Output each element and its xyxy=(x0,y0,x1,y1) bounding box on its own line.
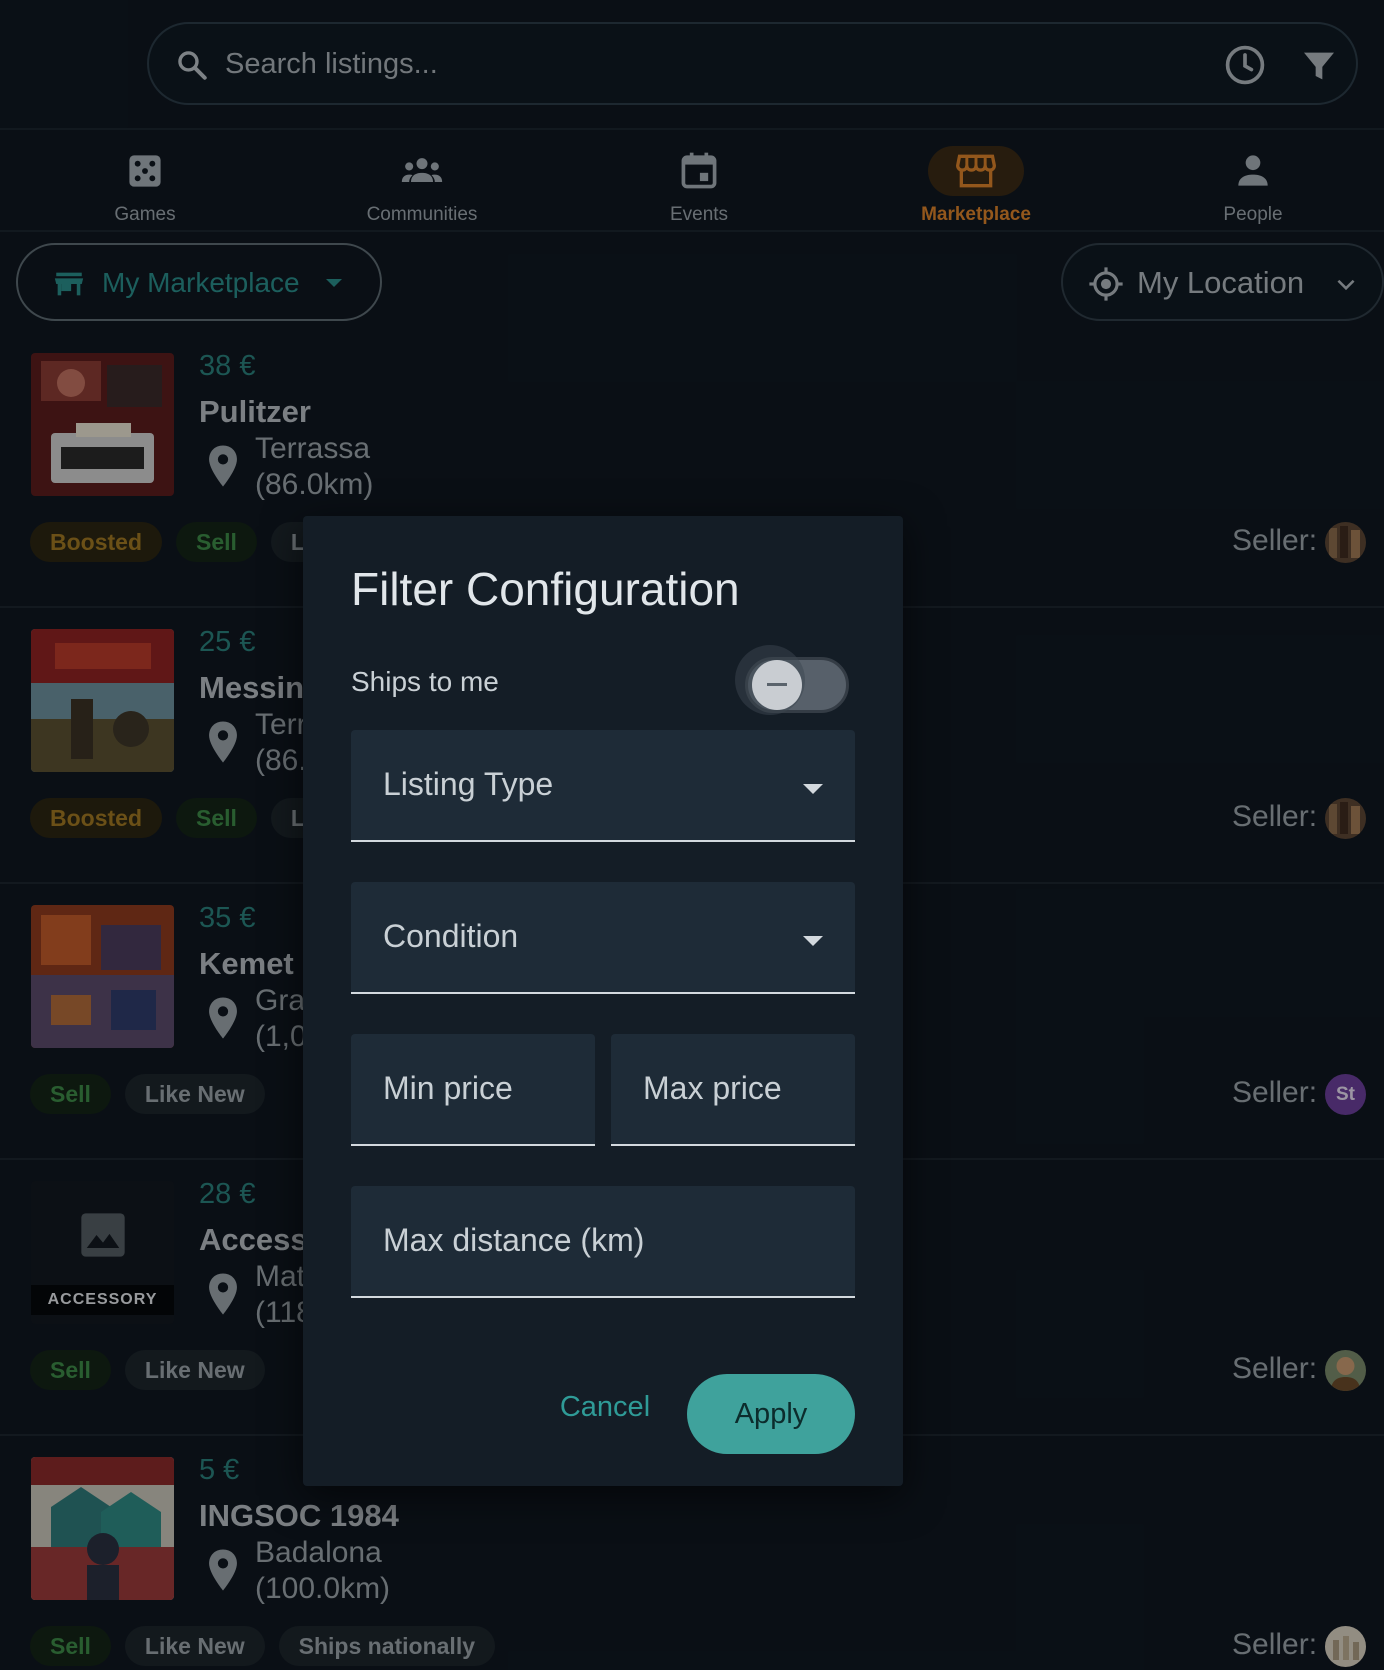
caret-down-icon xyxy=(803,784,823,794)
max-distance-field[interactable]: Max distance (km) xyxy=(351,1186,855,1298)
condition-label: Condition xyxy=(383,918,519,954)
max-distance-label: Max distance (km) xyxy=(383,1222,645,1258)
toggle-knob xyxy=(752,660,802,710)
max-price-label: Max price xyxy=(643,1070,782,1106)
min-price-label: Min price xyxy=(383,1070,513,1106)
condition-select[interactable]: Condition xyxy=(351,882,855,994)
listing-type-label: Listing Type xyxy=(383,766,554,802)
cancel-button[interactable]: Cancel xyxy=(537,1378,673,1436)
ships-to-me-label: Ships to me xyxy=(351,666,499,697)
app-root: Games Communities Events Marketplace Peo… xyxy=(0,0,1384,1670)
max-price-field[interactable]: Max price xyxy=(611,1034,855,1146)
listing-type-select[interactable]: Listing Type xyxy=(351,730,855,842)
min-price-field[interactable]: Min price xyxy=(351,1034,595,1146)
dialog-title: Filter Configuration xyxy=(351,563,740,615)
apply-button[interactable]: Apply xyxy=(687,1374,855,1454)
ships-to-me-toggle[interactable] xyxy=(735,645,851,715)
caret-down-icon xyxy=(803,936,823,946)
filter-dialog: Filter Configuration Ships to me Listing… xyxy=(303,516,903,1486)
